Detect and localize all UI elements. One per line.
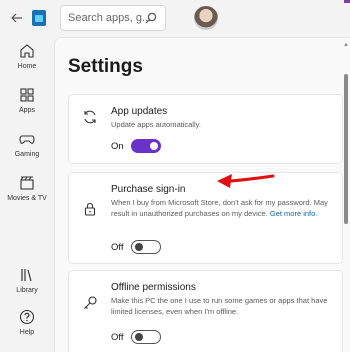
toggle-label: Off [111, 241, 124, 253]
setting-description: Make this PC the one I use to run some g… [111, 296, 328, 316]
setting-title: Purchase sign-in [111, 184, 186, 195]
refresh-icon [84, 110, 96, 124]
setting-title: App updates [111, 106, 168, 117]
sidebar-item-label: Help [19, 329, 35, 336]
search-input[interactable]: Search apps, g... [60, 5, 166, 31]
store-logo-icon [32, 10, 46, 26]
toggle-row: Off [111, 240, 161, 254]
sidebar: Home Apps Gaming Movies & TV Library Hel… [0, 37, 54, 352]
movies-icon [20, 176, 34, 190]
sidebar-item-movies-tv[interactable]: Movies & TV [0, 175, 54, 202]
home-icon [20, 44, 34, 58]
toggle-row: Off [111, 330, 161, 344]
apps-icon [20, 88, 34, 102]
gaming-icon [19, 135, 35, 144]
sidebar-item-label: Home [17, 63, 37, 70]
setting-title: Offline permissions [111, 282, 196, 293]
help-icon [19, 309, 35, 325]
setting-card-app-updates: App updates Update apps automatically. O… [68, 94, 343, 164]
setting-card-purchase-sign-in: Purchase sign-in When I buy from Microso… [68, 172, 343, 264]
toggle-row: On [111, 139, 161, 153]
back-button[interactable] [8, 10, 26, 26]
avatar[interactable] [194, 6, 218, 30]
window-edge [344, 0, 350, 3]
sidebar-item-label: Library [16, 287, 38, 294]
sidebar-item-apps[interactable]: Apps [0, 87, 54, 114]
app-updates-toggle[interactable] [131, 139, 161, 153]
sidebar-item-label: Movies & TV [7, 195, 47, 202]
setting-description: Update apps automatically. [111, 120, 201, 129]
key-icon [84, 296, 97, 309]
title-bar: Search apps, g... [0, 0, 350, 37]
settings-page: ▲ Settings App updates Update apps autom… [54, 37, 350, 352]
sidebar-item-home[interactable]: Home [0, 43, 54, 70]
get-more-info-link[interactable]: Get more info. [270, 209, 318, 218]
purchase-sign-in-toggle[interactable] [131, 240, 161, 254]
annotation-arrow-icon [217, 174, 275, 188]
setting-description: When I buy from Microsoft Store, don't a… [111, 198, 331, 219]
lock-icon [84, 202, 96, 216]
scroll-up-icon[interactable]: ▲ [343, 42, 349, 48]
page-title: Settings [68, 56, 143, 77]
setting-card-offline-permissions: Offline permissions Make this PC the one… [68, 270, 343, 352]
back-arrow-icon [11, 13, 22, 23]
sidebar-item-gaming[interactable]: Gaming [0, 131, 54, 158]
search-placeholder: Search apps, g... [68, 12, 152, 24]
scrollbar[interactable] [344, 74, 348, 224]
offline-permissions-toggle[interactable] [131, 330, 161, 344]
sidebar-item-help[interactable]: Help [0, 309, 54, 336]
toggle-label: Off [111, 331, 124, 343]
library-icon [21, 269, 32, 282]
sidebar-item-label: Apps [19, 107, 35, 114]
sidebar-item-label: Gaming [14, 151, 40, 158]
toggle-label: On [111, 140, 124, 152]
sidebar-item-library[interactable]: Library [0, 267, 54, 294]
search-icon[interactable] [144, 11, 158, 25]
